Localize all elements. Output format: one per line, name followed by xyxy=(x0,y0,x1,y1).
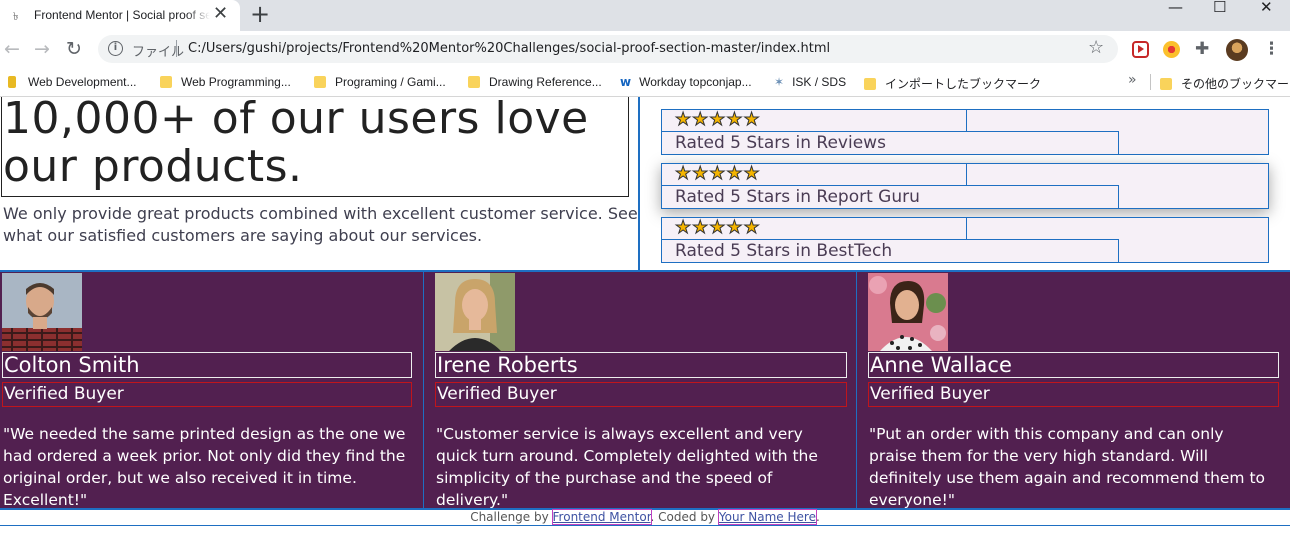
extension-video-icon[interactable] xyxy=(1132,41,1149,58)
address-bar[interactable]: i ファイル C:/Users/gushi/projects/Frontend%… xyxy=(98,35,1118,63)
folder-icon xyxy=(468,76,480,88)
avatar xyxy=(868,273,948,351)
more-bookmarks-icon[interactable]: » xyxy=(1128,72,1137,88)
page-headline: 10,000+ of our users love our products. xyxy=(1,97,629,197)
page-content: 10,000+ of our users love our products. … xyxy=(0,97,1290,540)
testimonial-name: Irene Roberts xyxy=(435,352,847,378)
bookmark-item[interactable]: ✶ ISK / SDS xyxy=(774,75,846,89)
bookmark-item[interactable]: Drawing Reference... xyxy=(468,75,602,89)
testimonial-quote: "Customer service is always excellent an… xyxy=(436,425,818,509)
menu-kebab-icon[interactable]: ⋮ xyxy=(1263,39,1280,59)
page-icon xyxy=(8,76,16,88)
isk-icon: ✶ xyxy=(774,75,785,89)
folder-icon xyxy=(160,76,172,88)
testimonial-quote: "Put an order with this company and can … xyxy=(869,425,1266,509)
folder-icon xyxy=(1160,78,1172,90)
testimonial-name: Anne Wallace xyxy=(868,352,1279,378)
bookmarks-bar: Web Development... Web Programming... Pr… xyxy=(0,67,1290,97)
rating-label: Rated 5 Stars in BestTech xyxy=(675,241,893,261)
profile-avatar[interactable] xyxy=(1226,39,1248,61)
reload-icon[interactable]: ↻ xyxy=(66,38,82,60)
folder-icon xyxy=(864,78,876,90)
author-link[interactable]: Your Name Here xyxy=(717,509,817,525)
testimonials-section: Colton Smith Verified Buyer "We needed t… xyxy=(0,270,1290,510)
browser-toolbar: ← → ↻ i ファイル C:/Users/gushi/projects/Fro… xyxy=(0,31,1290,67)
maximize-button[interactable]: ☐ xyxy=(1213,0,1226,15)
info-icon[interactable]: i xyxy=(108,41,123,56)
minimize-button[interactable]: — xyxy=(1168,0,1183,15)
bookmark-item[interactable]: w Workday topconjap... xyxy=(620,75,752,89)
avatar xyxy=(2,273,82,351)
intro-paragraph: We only provide great products combined … xyxy=(3,204,638,245)
section-divider xyxy=(638,97,640,271)
five-stars-icon: ★★★★★ xyxy=(675,217,761,239)
forward-icon[interactable]: → xyxy=(34,38,50,60)
rating-card: ★★★★★ Rated 5 Stars in BestTech xyxy=(661,217,1269,263)
bookmark-item[interactable]: Web Programming... xyxy=(160,75,291,89)
testimonial-role: Verified Buyer xyxy=(2,382,412,407)
close-window-button[interactable]: ✕ xyxy=(1260,0,1273,15)
back-icon[interactable]: ← xyxy=(4,38,20,60)
five-stars-icon: ★★★★★ xyxy=(675,163,761,185)
intro-section: 10,000+ of our users love our products. … xyxy=(0,97,640,271)
avatar xyxy=(435,273,515,351)
new-tab-button[interactable]: + xyxy=(250,1,270,27)
rating-card: ★★★★★ Rated 5 Stars in Reviews xyxy=(661,109,1269,155)
rating-label: Rated 5 Stars in Report Guru xyxy=(675,187,920,207)
rating-card: ★★★★★ Rated 5 Stars in Report Guru xyxy=(661,163,1269,209)
rating-label: Rated 5 Stars in Reviews xyxy=(675,133,886,153)
testimonial-card: Anne Wallace Verified Buyer "Put an orde… xyxy=(856,272,1290,509)
testimonial-role: Verified Buyer xyxy=(868,382,1279,407)
tab-strip: ৳ Frontend Mentor | Social proof section… xyxy=(0,0,1290,31)
testimonial-quote: "We needed the same printed design as th… xyxy=(3,425,406,509)
attribution-footer: Challenge by Frontend Mentor. Coded by Y… xyxy=(0,509,1290,526)
tab-favicon-icon: ৳ xyxy=(13,10,19,23)
tab-title: Frontend Mentor | Social proof section xyxy=(34,8,210,22)
bookmark-other[interactable]: その他のブックマーク xyxy=(1160,75,1290,92)
extensions-puzzle-icon[interactable]: ✚ xyxy=(1195,39,1209,59)
testimonial-card: Irene Roberts Verified Buyer "Customer s… xyxy=(423,272,856,509)
bookmark-item[interactable]: インポートしたブックマーク xyxy=(864,75,1041,92)
five-stars-icon: ★★★★★ xyxy=(675,109,761,131)
testimonial-card: Colton Smith Verified Buyer "We needed t… xyxy=(0,272,423,509)
bookmark-item[interactable]: Programing / Gami... xyxy=(314,75,446,89)
active-tab[interactable]: ৳ Frontend Mentor | Social proof section… xyxy=(0,0,240,31)
testimonial-role: Verified Buyer xyxy=(435,382,847,407)
workday-icon: w xyxy=(620,75,632,89)
folder-icon xyxy=(314,76,326,88)
url-text[interactable]: C:/Users/gushi/projects/Frontend%20Mento… xyxy=(188,41,830,56)
extension-color-icon[interactable] xyxy=(1163,41,1180,58)
tab-close-icon[interactable]: ✕ xyxy=(213,4,228,24)
frontend-mentor-link[interactable]: Frontend Mentor xyxy=(551,509,652,525)
bookmark-star-icon[interactable]: ☆ xyxy=(1088,37,1104,58)
bookmark-item[interactable]: Web Development... xyxy=(8,75,137,89)
testimonial-name: Colton Smith xyxy=(2,352,412,378)
